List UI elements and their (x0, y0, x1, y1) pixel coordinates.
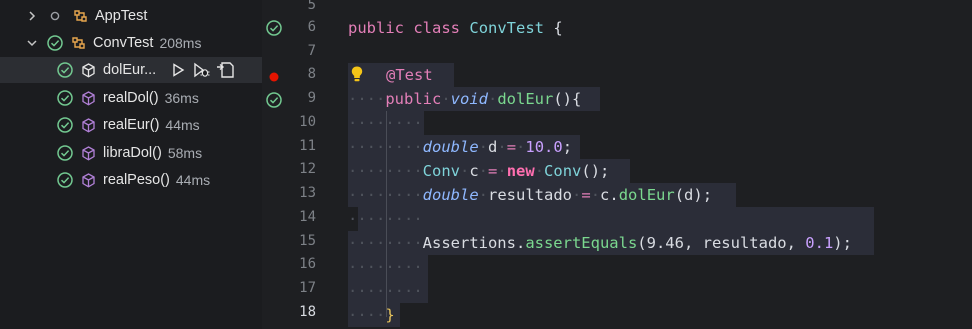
line-number: 16 (299, 256, 316, 272)
passed-icon (56, 116, 74, 134)
method-icon (80, 117, 97, 134)
lightbulb-icon[interactable] (350, 65, 364, 87)
passed-icon (46, 34, 64, 52)
code-line-13: ········double·resultado·=·c.dolEur(d); (348, 186, 713, 204)
test-passed-gutter-icon[interactable] (265, 19, 283, 42)
code-line-8: @Test (386, 66, 433, 84)
tree-item-label: dolEur... (103, 62, 157, 78)
tree-item-label: AppTest (95, 8, 148, 24)
code-line-14: ········ (348, 210, 423, 228)
method-icon (80, 62, 97, 79)
code-editor[interactable]: public class ConvTest { @Test ····public… (328, 0, 972, 329)
code-line-18: ····} (348, 306, 395, 324)
tree-item-apptest[interactable]: AppTest (0, 3, 262, 29)
line-number: 11 (299, 138, 316, 154)
code-line-10: ········ (348, 114, 423, 132)
code-line-12: ········Conv·c·=·new·Conv(); (348, 162, 610, 180)
item-actions (170, 61, 236, 79)
tree-item-realdol[interactable]: realDol() 36ms (0, 85, 262, 111)
duration-label: 36ms (164, 90, 199, 106)
passed-icon (56, 61, 74, 79)
duration-label: 208ms (159, 35, 202, 51)
code-line-11: ········double·d·=·10.0; (348, 138, 573, 156)
duration-label: 44ms (165, 117, 200, 133)
selection-highlight (358, 207, 874, 231)
code-line-15: ········Assertions.assertEquals(9.46, re… (348, 234, 852, 252)
go-to-test-icon[interactable] (216, 61, 236, 79)
test-explorer: AppTest ConvTest 208ms dolEur... realDol… (0, 0, 262, 329)
line-number: 15 (299, 233, 316, 249)
line-number: 10 (299, 114, 316, 130)
tree-item-label: libraDol() (103, 145, 162, 161)
method-icon (80, 172, 97, 189)
editor-gutter[interactable]: 5 6 7 8 9 10 11 12 13 14 15 16 17 18 (262, 0, 328, 329)
code-line-16: ········ (348, 258, 423, 276)
tree-item-label: realPeso() (103, 172, 170, 188)
passed-icon (56, 171, 74, 189)
line-number: 18 (299, 304, 316, 320)
code-line-17: ········ (348, 282, 423, 300)
line-number: 14 (299, 209, 316, 225)
tree-item-label: realDol() (103, 90, 159, 106)
class-icon (72, 8, 89, 25)
tree-item-libradol[interactable]: libraDol() 58ms (0, 140, 262, 166)
tree-item-convtest[interactable]: ConvTest 208ms (0, 30, 262, 56)
duration-label: 44ms (175, 172, 211, 188)
tree-item-label: realEur() (103, 117, 160, 133)
line-number: 5 (307, 0, 316, 13)
breakpoint-icon[interactable] (269, 69, 279, 87)
passed-icon (56, 144, 74, 162)
chevron-right-icon[interactable] (26, 10, 38, 22)
window: AppTest ConvTest 208ms dolEur... realDol… (0, 0, 972, 329)
code-line-6: public class ConvTest { (348, 19, 563, 37)
method-icon (80, 145, 97, 162)
tree-item-realeur[interactable]: realEur() 44ms (0, 112, 262, 138)
line-number: 7 (307, 43, 316, 59)
line-number: 13 (299, 185, 316, 201)
chevron-down-icon[interactable] (26, 38, 38, 48)
line-number: 8 (307, 66, 316, 82)
debug-test-icon[interactable] (192, 62, 210, 78)
tree-item-realpeso[interactable]: realPeso() 44ms (0, 167, 262, 193)
not-run-icon (50, 11, 60, 21)
run-test-icon[interactable] (170, 62, 186, 78)
line-number: 12 (299, 161, 316, 177)
passed-icon (56, 89, 74, 107)
method-icon (80, 90, 97, 107)
tree-item-label: ConvTest (93, 35, 154, 51)
tree-item-doleur[interactable]: dolEur... (0, 57, 262, 83)
class-icon (70, 35, 87, 52)
test-passed-gutter-icon[interactable] (265, 91, 283, 114)
line-number: 17 (299, 280, 316, 296)
duration-label: 58ms (167, 145, 203, 161)
code-line-9: ····public·void·dolEur(){ (348, 90, 582, 108)
